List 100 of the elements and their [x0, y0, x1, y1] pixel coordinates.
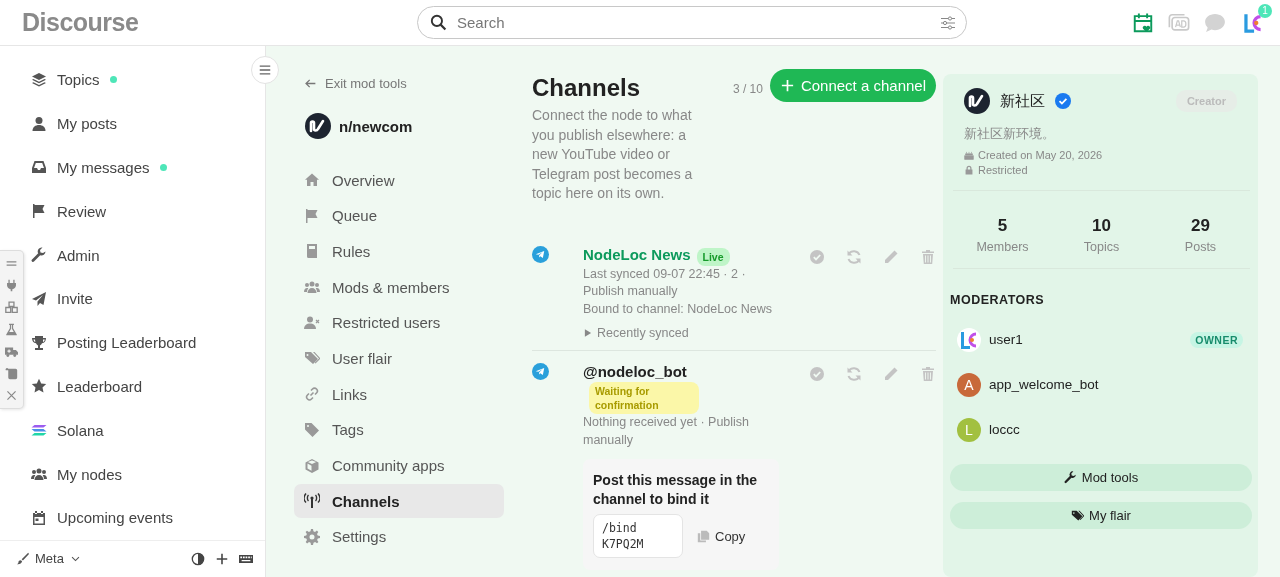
sidebar-item[interactable]: My nodes: [31, 452, 265, 496]
refresh-icon[interactable]: [846, 366, 862, 382]
stat-label: Members: [976, 240, 1029, 254]
nav-item[interactable]: Restricted users: [294, 305, 504, 340]
search-field[interactable]: Search: [417, 6, 967, 39]
pencil-icon[interactable]: [883, 248, 899, 265]
moderator-row[interactable]: L loccc: [950, 407, 1250, 452]
sidebar-item[interactable]: Admin: [31, 233, 265, 277]
close-icon[interactable]: [5, 389, 18, 402]
nav-item[interactable]: Channels: [294, 484, 504, 519]
trash-icon[interactable]: [920, 248, 936, 265]
refresh-icon[interactable]: [846, 248, 862, 265]
sidebar-label: Leaderboard: [57, 377, 143, 395]
lock-icon: [964, 165, 974, 175]
play-icon: [583, 328, 593, 338]
sidebar-item[interactable]: Upcoming events: [31, 495, 265, 540]
sidebar-item[interactable]: My messages: [31, 145, 265, 190]
search-icon: [430, 14, 447, 31]
paper-plane-icon: [31, 290, 47, 307]
plug-icon[interactable]: [5, 279, 18, 292]
nav-label: Mods & members: [332, 278, 450, 296]
arrow-left-icon: [304, 77, 317, 90]
sidebar-toggle-button[interactable]: [251, 56, 279, 84]
nav-item[interactable]: Community apps: [294, 448, 504, 483]
layers-icon: [31, 71, 47, 88]
sidebar-label: Invite: [57, 290, 93, 308]
check-circle-icon[interactable]: [809, 366, 825, 382]
flag-icon: [31, 203, 47, 220]
nav-item[interactable]: Tags: [294, 412, 504, 447]
contrast-icon[interactable]: [191, 551, 205, 566]
moderator-row[interactable]: A app_welcome_bot: [950, 362, 1250, 407]
nav-item[interactable]: Queue: [294, 198, 504, 233]
filter-icon[interactable]: [940, 14, 956, 31]
sidebar-label: My nodes: [57, 465, 123, 483]
sidebar-item[interactable]: Review: [31, 189, 265, 234]
nav-label: Settings: [332, 528, 387, 546]
status-badge: Waiting for confirmation: [589, 382, 699, 414]
user-icon: [31, 115, 47, 132]
sidebar-item[interactable]: My posts: [31, 101, 265, 146]
cubes-icon[interactable]: [5, 301, 18, 314]
user-x-icon: [304, 314, 320, 331]
calendar-icon[interactable]: [1132, 11, 1154, 34]
exit-mod-tools-link[interactable]: Exit mod tools: [304, 76, 504, 91]
sidebar-label: Posting Leaderboard: [57, 334, 197, 352]
telegram-icon: [532, 245, 549, 263]
inbox-icon: [31, 159, 47, 176]
moderator-name: app_welcome_bot: [989, 377, 1099, 392]
created-date: Created on May 20, 2026: [978, 149, 1103, 161]
antenna-icon: [304, 493, 320, 510]
flask-icon[interactable]: [5, 323, 18, 336]
truck-icon[interactable]: [5, 345, 18, 358]
tag-icon: [304, 421, 320, 438]
plus-icon[interactable]: [215, 551, 229, 566]
copy-icon: [697, 529, 710, 543]
channel-name: @nodeloc_bot: [583, 363, 687, 380]
nav-item[interactable]: Settings: [294, 519, 504, 554]
exit-label: Exit mod tools: [325, 76, 407, 91]
theme-selector[interactable]: Meta: [35, 551, 64, 567]
stat-value: 5: [997, 216, 1008, 236]
card-button[interactable]: Mod tools: [950, 464, 1252, 491]
sidebar-item[interactable]: Solana: [31, 408, 265, 453]
pencil-icon[interactable]: [883, 366, 899, 382]
ad-icon[interactable]: [1168, 11, 1190, 34]
group-icon: [304, 279, 320, 296]
nav-item[interactable]: Links: [294, 377, 504, 412]
search-input[interactable]: Search: [455, 13, 932, 32]
wrench-icon: [1063, 471, 1077, 484]
nav-label: Rules: [332, 242, 371, 260]
sidebar-label: Topics: [57, 71, 100, 89]
status-badge: Live: [696, 247, 730, 266]
channel-meta: Bound to channel: NodeLoc News: [583, 300, 773, 318]
access-level: Restricted: [978, 164, 1028, 176]
sidebar-item[interactable]: Posting Leaderboard: [31, 320, 265, 365]
nav-item[interactable]: Mods & members: [294, 270, 504, 305]
cake-icon: [964, 150, 974, 160]
moderator-row[interactable]: user1 OWNER: [950, 317, 1250, 362]
stat-label: Posts: [1184, 240, 1217, 254]
nav-item[interactable]: User flair: [294, 341, 504, 376]
link-icon: [304, 386, 320, 403]
trash-icon[interactable]: [920, 366, 936, 382]
nav-item[interactable]: Rules: [294, 234, 504, 269]
card-button[interactable]: My flair: [950, 502, 1252, 529]
community-name: 新社区: [1000, 91, 1045, 111]
calendar-icon: [31, 509, 47, 526]
sidebar-item[interactable]: Leaderboard: [31, 364, 265, 409]
moderator-name: loccc: [989, 422, 1020, 437]
check-circle-icon[interactable]: [809, 248, 825, 265]
brush-icon: [16, 552, 29, 566]
sidebar-item[interactable]: Invite: [31, 277, 265, 321]
channel-meta: Nothing received yet · Publish manually: [583, 414, 751, 449]
nav-item[interactable]: Overview: [294, 163, 504, 197]
menu-icon: [258, 63, 272, 77]
letter-avatar: A: [957, 372, 981, 397]
cube-icon: [304, 457, 320, 474]
copy-button[interactable]: Copy: [697, 528, 746, 544]
sidebar-label: Admin: [57, 246, 100, 264]
avatar-logo-icon: [957, 327, 981, 352]
community-logo-icon: [964, 88, 990, 114]
trophy-icon: [31, 334, 47, 351]
bind-code: /bind K7PQ2M: [593, 514, 683, 558]
